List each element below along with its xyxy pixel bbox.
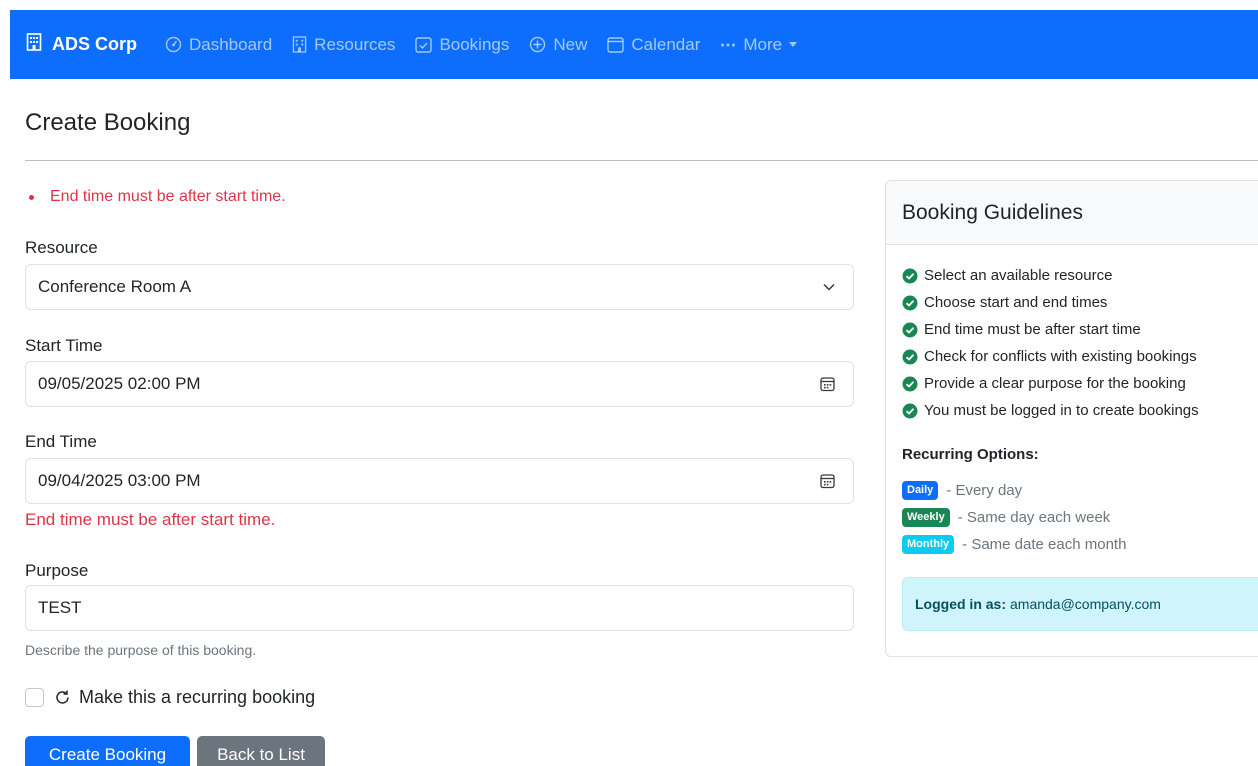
guideline-text: Choose start and end times [924, 294, 1108, 311]
guideline-text: You must be logged in to create bookings [924, 402, 1199, 419]
guideline-item: You must be logged in to create bookings [902, 402, 1199, 419]
start-time-input[interactable]: 09/05/2025 02:00 PM [25, 361, 854, 407]
guideline-item: Provide a clear purpose for the booking [902, 375, 1186, 392]
nav-dashboard[interactable]: Dashboard [165, 35, 272, 55]
nav-dashboard-label: Dashboard [189, 34, 273, 54]
nav-resources-label: Resources [314, 34, 396, 54]
recurring-checkbox-row[interactable]: Make this a recurring booking [25, 687, 315, 708]
guidelines-card-title: Booking Guidelines [886, 181, 1258, 245]
guideline-text: Provide a clear purpose for the booking [924, 375, 1186, 392]
guideline-text: Check for conflicts with existing bookin… [924, 348, 1197, 365]
caret-down-icon [789, 42, 798, 47]
plus-circle-icon [529, 36, 546, 53]
resource-select[interactable]: Conference Room A [25, 264, 854, 310]
logged-in-alert: Logged in as: amanda@company.com [902, 577, 1258, 631]
nav-new[interactable]: New [529, 35, 587, 55]
nav-bookings[interactable]: Bookings [415, 35, 509, 55]
divider [25, 160, 1258, 161]
recurring-option-desc: - Same date each month [962, 536, 1127, 553]
bullet-icon [29, 194, 34, 200]
guideline-item: End time must be after start time [902, 321, 1141, 338]
recurring-option-desc: - Every day [946, 482, 1023, 499]
calendar-picker-icon[interactable] [820, 377, 835, 392]
end-time-value: 09/04/2025 03:00 PM [38, 471, 201, 490]
brand-name: ADS Corp [52, 34, 137, 54]
recurring-checkbox-label: Make this a recurring booking [79, 687, 316, 707]
recurring-option-monthly: Monthly - Same date each month [902, 535, 1126, 554]
check-circle-icon [902, 349, 918, 365]
nav-more-label: More [743, 34, 783, 54]
purpose-value: TEST [38, 598, 82, 617]
check-circle-icon [902, 376, 918, 392]
daily-badge: Daily [902, 481, 939, 500]
calendar-check-icon [415, 36, 433, 53]
brand-link[interactable]: ADS Corp [26, 33, 137, 56]
building-icon [26, 33, 42, 56]
recurring-option-daily: Daily - Every day [902, 481, 1022, 500]
nav-new-label: New [553, 34, 588, 54]
purpose-help-text: Describe the purpose of this booking. [25, 642, 257, 658]
guideline-item: Check for conflicts with existing bookin… [902, 348, 1197, 365]
check-circle-icon [902, 322, 918, 338]
start-time-label: Start Time [25, 336, 103, 355]
back-to-list-button[interactable]: Back to List [197, 736, 325, 766]
nav-calendar[interactable]: Calendar [607, 35, 700, 55]
calendar-icon [607, 36, 625, 53]
recurring-options-title: Recurring Options: [902, 446, 1039, 463]
validation-summary: End time must be after start time. [29, 188, 286, 206]
create-booking-button[interactable]: Create Booking [25, 736, 190, 766]
validation-summary-text: End time must be after start time. [50, 188, 286, 205]
calendar-picker-icon[interactable] [820, 474, 835, 489]
top-navbar: ADS Corp Dashboard Resources Bookings Ne… [10, 10, 1258, 79]
recurring-option-desc: - Same day each week [957, 509, 1111, 526]
nav-bookings-label: Bookings [439, 34, 510, 54]
chevron-down-icon [823, 283, 835, 291]
purpose-input[interactable]: TEST [25, 585, 854, 631]
end-time-error: End time must be after start time. [25, 510, 276, 529]
guidelines-card: Booking Guidelines Select an available r… [885, 180, 1258, 657]
refresh-icon [54, 689, 71, 706]
guideline-text: End time must be after start time [924, 321, 1141, 338]
end-time-label: End Time [25, 432, 97, 451]
speedometer-icon [165, 36, 182, 53]
end-time-input[interactable]: 09/04/2025 03:00 PM [25, 458, 854, 504]
check-circle-icon [902, 403, 918, 419]
check-circle-icon [902, 268, 918, 284]
guideline-text: Select an available resource [924, 267, 1113, 284]
purpose-label: Purpose [25, 561, 89, 580]
guideline-item: Choose start and end times [902, 294, 1107, 311]
recurring-checkbox[interactable] [25, 688, 44, 707]
dots-icon [720, 42, 736, 48]
monthly-badge: Monthly [902, 535, 955, 554]
nav-more-dropdown[interactable]: More [720, 34, 798, 55]
logged-in-label: Logged in as: [915, 596, 1006, 612]
check-circle-icon [902, 295, 918, 311]
recurring-option-weekly: Weekly - Same day each week [902, 508, 1110, 527]
start-time-value: 09/05/2025 02:00 PM [38, 374, 201, 393]
resource-label: Resource [25, 238, 98, 257]
building-icon [292, 36, 307, 53]
nav-resources[interactable]: Resources [292, 35, 395, 55]
page-title: Create Booking [25, 109, 191, 136]
guideline-item: Select an available resource [902, 267, 1112, 284]
resource-select-value: Conference Room A [38, 277, 192, 296]
nav-calendar-label: Calendar [631, 34, 701, 54]
logged-in-user: amanda@company.com [1010, 596, 1161, 612]
weekly-badge: Weekly [902, 508, 950, 527]
